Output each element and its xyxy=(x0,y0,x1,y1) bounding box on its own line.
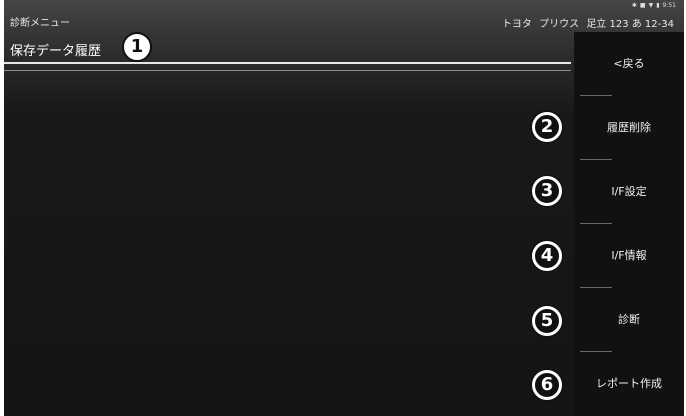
bluetooth-icon: ✱ xyxy=(631,2,637,9)
battery-icon: ▮ xyxy=(656,2,660,9)
menu-title: 診断メニュー xyxy=(10,18,70,29)
signal-icon: ■ xyxy=(639,2,646,9)
status-icons: ✱ ■ ▼ ▮ 9:51 xyxy=(632,2,676,9)
back-button[interactable]: <戻る xyxy=(574,32,684,94)
page-title: 保存データ履歴 xyxy=(10,44,102,59)
callout-4: 4 xyxy=(532,241,562,271)
back-button-label: <戻る xyxy=(613,57,645,70)
callout-1: 1 xyxy=(122,32,152,62)
app-screen: ✱ ■ ▼ ▮ 9:51 診断メニュー トヨタ プリウス 足立 123 あ 12… xyxy=(4,0,684,416)
callout-5: 5 xyxy=(532,306,562,336)
create-report-button[interactable]: レポート作成 xyxy=(574,352,684,414)
diagnosis-button[interactable]: 診断 xyxy=(574,288,684,350)
vehicle-plate: 足立 123 あ 12-34 xyxy=(586,19,674,30)
delete-history-label: 履歴削除 xyxy=(607,121,651,134)
if-info-label: I/F情報 xyxy=(611,249,647,262)
saved-data-list[interactable] xyxy=(4,72,571,416)
callout-6: 6 xyxy=(532,370,562,400)
status-bar: ✱ ■ ▼ ▮ 9:51 xyxy=(4,0,684,16)
vehicle-model: プリウス xyxy=(539,19,580,30)
if-settings-button[interactable]: I/F設定 xyxy=(574,160,684,222)
title-divider-secondary xyxy=(4,70,571,71)
title-divider xyxy=(4,62,571,64)
vehicle-maker: トヨタ xyxy=(501,19,532,30)
callout-3: 3 xyxy=(532,176,562,206)
action-sidebar: <戻る 履歴削除 I/F設定 I/F情報 診断 レポート作成 xyxy=(574,32,684,416)
status-time: 9:51 xyxy=(662,2,676,9)
vehicle-info: トヨタ プリウス 足立 123 あ 12-34 xyxy=(498,15,674,30)
diagnosis-label: 診断 xyxy=(618,313,640,326)
if-settings-label: I/F設定 xyxy=(611,185,647,198)
if-info-button[interactable]: I/F情報 xyxy=(574,224,684,286)
create-report-label: レポート作成 xyxy=(596,377,662,390)
delete-history-button[interactable]: 履歴削除 xyxy=(574,96,684,158)
callout-2: 2 xyxy=(532,112,562,142)
wifi-icon: ▼ xyxy=(648,2,654,9)
